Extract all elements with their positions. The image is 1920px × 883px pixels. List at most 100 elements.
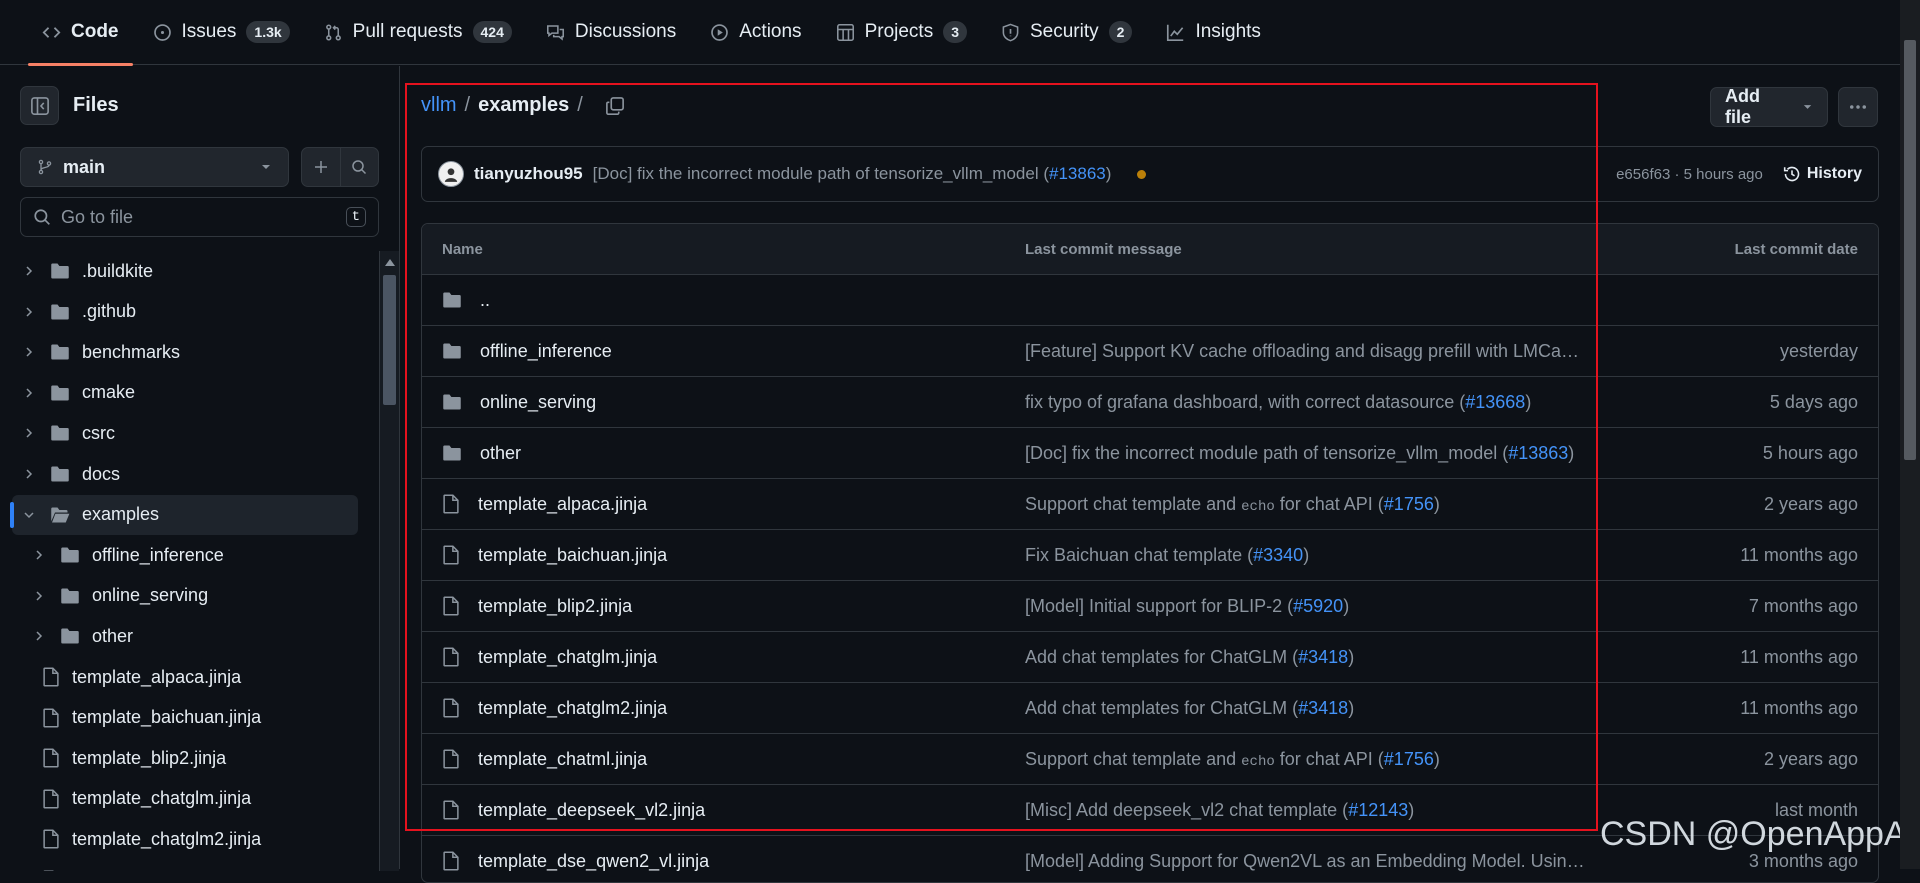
commit-message-cell[interactable]: [Model] Initial support for BLIP-2 (#592…	[1025, 596, 1349, 617]
tree-chevron[interactable]	[20, 468, 38, 480]
tree-item[interactable]: benchmarks	[12, 332, 358, 372]
history-link[interactable]: History	[1783, 165, 1862, 183]
tree-item[interactable]: template_blip2.jinja	[12, 738, 358, 778]
tree-item[interactable]: .github	[12, 292, 358, 332]
pr-link[interactable]: #1756	[1384, 749, 1434, 769]
tree-chevron[interactable]	[30, 630, 48, 642]
page-scroll-thumb[interactable]	[1904, 40, 1916, 460]
commit-message-cell[interactable]: [Doc] fix the incorrect module path of t…	[1025, 443, 1574, 464]
pr-link[interactable]: #3418	[1298, 698, 1348, 718]
commit-date-cell[interactable]: yesterday	[1780, 341, 1858, 362]
table-row[interactable]: template_chatml.jinja Support chat templa…	[422, 734, 1878, 785]
commit-message[interactable]: [Doc] fix the incorrect module path of t…	[593, 164, 1112, 184]
pr-link[interactable]: #5920	[1293, 596, 1343, 616]
file-name-link[interactable]: template_dse_qwen2_vl.jinja	[478, 851, 709, 872]
tab-code[interactable]: Code	[28, 0, 133, 66]
commit-date-cell[interactable]: 7 months ago	[1749, 596, 1858, 617]
go-to-file-input[interactable]	[61, 206, 336, 228]
table-row[interactable]: template_chatglm2.jinja Add chat template…	[422, 683, 1878, 734]
tab-projects[interactable]: Projects 3	[822, 0, 981, 65]
search-button[interactable]	[339, 148, 379, 186]
tree-chevron[interactable]	[30, 549, 48, 561]
parent-directory-row[interactable]: ..	[422, 275, 1878, 326]
pr-link[interactable]: #1756	[1384, 494, 1434, 514]
file-name-link[interactable]: template_baichuan.jinja	[478, 545, 667, 566]
tree-chevron[interactable]	[20, 427, 38, 439]
table-row[interactable]: other [Doc] fix the incorrect module path…	[422, 428, 1878, 479]
tree-item[interactable]: template_chatglm.jinja	[12, 779, 358, 819]
branch-selector[interactable]: main	[20, 147, 289, 187]
commit-author-link[interactable]: tianyuzhou95	[474, 164, 583, 184]
parent-directory-link[interactable]: ..	[480, 290, 490, 311]
commit-pr-link[interactable]: #13863	[1049, 164, 1106, 183]
tab-pull-requests[interactable]: Pull requests 424	[310, 0, 526, 65]
commit-date-cell[interactable]: 2 years ago	[1764, 494, 1858, 515]
status-dot[interactable]	[1137, 169, 1147, 179]
file-name-link[interactable]: template_alpaca.jinja	[478, 494, 647, 515]
tree-item[interactable]: docs	[12, 454, 358, 494]
commit-date-cell[interactable]: 2 years ago	[1764, 749, 1858, 770]
tree-item[interactable]: template_chatml.jinja	[12, 860, 358, 871]
copy-path-button[interactable]	[605, 96, 625, 116]
tree-chevron[interactable]	[20, 387, 38, 399]
page-scrollbar[interactable]	[1900, 0, 1920, 869]
commit-message-cell[interactable]: fix typo of grafana dashboard, with corr…	[1025, 392, 1531, 413]
commit-message-cell[interactable]: [Feature] Support KV cache offloading an…	[1025, 341, 1585, 362]
commit-message-cell[interactable]: [Misc] Add deepseek_vl2 chat template (#…	[1025, 800, 1414, 821]
commit-meta[interactable]: e656f63 · 5 hours ago	[1616, 166, 1763, 183]
avatar[interactable]	[438, 161, 464, 187]
tree-item[interactable]: other	[12, 616, 358, 656]
pr-link[interactable]: #12143	[1348, 800, 1408, 820]
tree-chevron[interactable]	[30, 590, 48, 602]
pr-link[interactable]: #3418	[1298, 647, 1348, 667]
pr-link[interactable]: #3340	[1253, 545, 1303, 565]
commit-date-cell[interactable]: 11 months ago	[1740, 647, 1858, 668]
tree-item[interactable]: online_serving	[12, 576, 358, 616]
file-name-link[interactable]: other	[480, 443, 521, 464]
tree-item[interactable]: examples	[10, 494, 358, 535]
commit-message-cell[interactable]: Support chat template and echo for chat …	[1025, 749, 1440, 770]
tree-item[interactable]: template_chatglm2.jinja	[12, 819, 358, 859]
scroll-up-arrow-icon[interactable]	[385, 259, 395, 266]
tree-chevron[interactable]	[20, 265, 38, 277]
commit-date-cell[interactable]: 11 months ago	[1740, 545, 1858, 566]
table-row[interactable]: template_blip2.jinja [Model] Initial supp…	[422, 581, 1878, 632]
file-name-link[interactable]: template_chatglm.jinja	[478, 647, 657, 668]
tree-chevron[interactable]	[20, 306, 38, 318]
more-options-button[interactable]	[1838, 87, 1878, 127]
tree-item[interactable]: template_alpaca.jinja	[12, 657, 358, 697]
scroll-thumb[interactable]	[383, 275, 396, 405]
file-name-link[interactable]: offline_inference	[480, 341, 612, 362]
tree-item[interactable]: .buildkite	[12, 251, 358, 291]
tree-item[interactable]: cmake	[12, 373, 358, 413]
file-name-link[interactable]: template_chatglm2.jinja	[478, 698, 667, 719]
tab-issues[interactable]: Issues 1.3k	[139, 0, 304, 65]
tree-item[interactable]: template_baichuan.jinja	[12, 698, 358, 738]
table-row[interactable]: template_alpaca.jinja Support chat templa…	[422, 479, 1878, 530]
commit-message-cell[interactable]: [Model] Adding Support for Qwen2VL as an…	[1025, 851, 1585, 872]
commit-message-cell[interactable]: Add chat templates for ChatGLM (#3418)	[1025, 698, 1354, 719]
tree-item[interactable]: csrc	[12, 413, 358, 453]
pr-link[interactable]: #13863	[1508, 443, 1568, 463]
file-name-link[interactable]: template_chatml.jinja	[478, 749, 647, 770]
commit-message-cell[interactable]: Support chat template and echo for chat …	[1025, 494, 1440, 515]
tab-insights[interactable]: Insights	[1152, 0, 1274, 65]
sidebar-scrollbar[interactable]	[379, 251, 399, 871]
tree-chevron[interactable]	[20, 346, 38, 358]
file-name-link[interactable]: template_deepseek_vl2.jinja	[478, 800, 705, 821]
commit-date-cell[interactable]: 5 days ago	[1770, 392, 1858, 413]
commit-date-cell[interactable]: 11 months ago	[1740, 698, 1858, 719]
commit-date-cell[interactable]: 5 hours ago	[1763, 443, 1858, 464]
table-row[interactable]: offline_inference [Feature] Support KV ca…	[422, 326, 1878, 377]
add-file-button[interactable]	[302, 148, 340, 186]
pr-link[interactable]: #13668	[1465, 392, 1525, 412]
tab-actions[interactable]: Actions	[696, 0, 815, 65]
commit-message-cell[interactable]: Add chat templates for ChatGLM (#3418)	[1025, 647, 1354, 668]
breadcrumb-repo-link[interactable]: vllm	[421, 94, 457, 117]
table-row[interactable]: online_serving fix typo of grafana dashbo…	[422, 377, 1878, 428]
tree-item[interactable]: offline_inference	[12, 535, 358, 575]
go-to-file-field[interactable]: t	[20, 197, 379, 237]
collapse-sidebar-button[interactable]	[20, 86, 59, 125]
tree-chevron[interactable]	[20, 509, 38, 521]
tab-security[interactable]: Security 2	[987, 0, 1146, 65]
